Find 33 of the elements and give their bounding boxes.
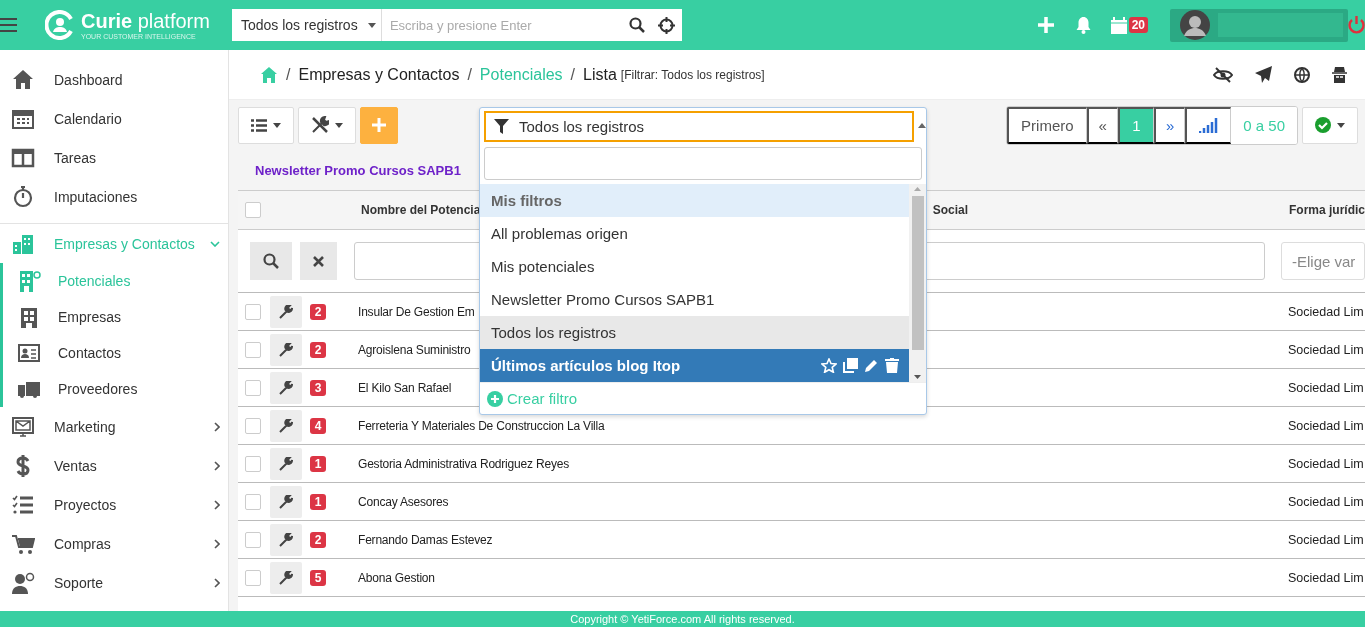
table-cell: Sociedad Lim	[1288, 494, 1364, 509]
brand-name: Curie platform	[81, 10, 210, 31]
table-cell: Sociedad Lim	[1288, 532, 1364, 547]
table-cell: Sociedad Lim	[1288, 304, 1364, 319]
table-cell: Sociedad Lim	[1288, 456, 1364, 471]
count-badge: 2	[310, 341, 326, 358]
table-cell-text: Agroislena Suministro	[358, 342, 472, 357]
breadcrumb-separator: /	[286, 65, 291, 84]
count-badge: 4	[310, 417, 326, 434]
count-badge: 2	[310, 531, 326, 548]
table-cell-text: El Kilo San Rafael	[358, 380, 453, 395]
breadcrumb-separator: /	[570, 65, 576, 84]
table-cell-text: Fernando Damas Estevez	[358, 532, 494, 547]
table-cell: Sociedad Lim	[1288, 342, 1364, 357]
count-badge: 5	[310, 569, 326, 586]
table-cell: Sociedad Lim	[1288, 418, 1364, 433]
table-cell-text: Concay Asesores	[358, 494, 450, 509]
copyright-text: Copyright © YetiForce.com All rights reserved.	[570, 613, 795, 625]
count-badge: 1	[310, 493, 326, 510]
count-badge: 20	[1128, 17, 1148, 33]
option-group-label: Mis filtros	[480, 184, 909, 217]
count-badge: 3	[310, 379, 326, 396]
table-cell-text: Insular De Gestion Em	[358, 304, 476, 319]
table-cell: Sociedad Lim	[1288, 380, 1364, 395]
page-title: Lista	[583, 65, 617, 84]
count-badge: 2	[310, 303, 326, 320]
table-cell-text: Gestoria Administrativa Rodriguez Reyes	[358, 456, 570, 471]
filter-note: [Filtrar: Todos los registros]	[620, 67, 765, 82]
count-badge: 1	[310, 455, 326, 472]
breadcrumb-separator: /	[467, 65, 472, 84]
table-cell-text: Abona Gestion	[358, 570, 436, 585]
table-cell: Sociedad Lim	[1288, 570, 1364, 585]
table-cell-text: Ferreteria Y Materiales De Construccion La Villa	[358, 418, 606, 433]
